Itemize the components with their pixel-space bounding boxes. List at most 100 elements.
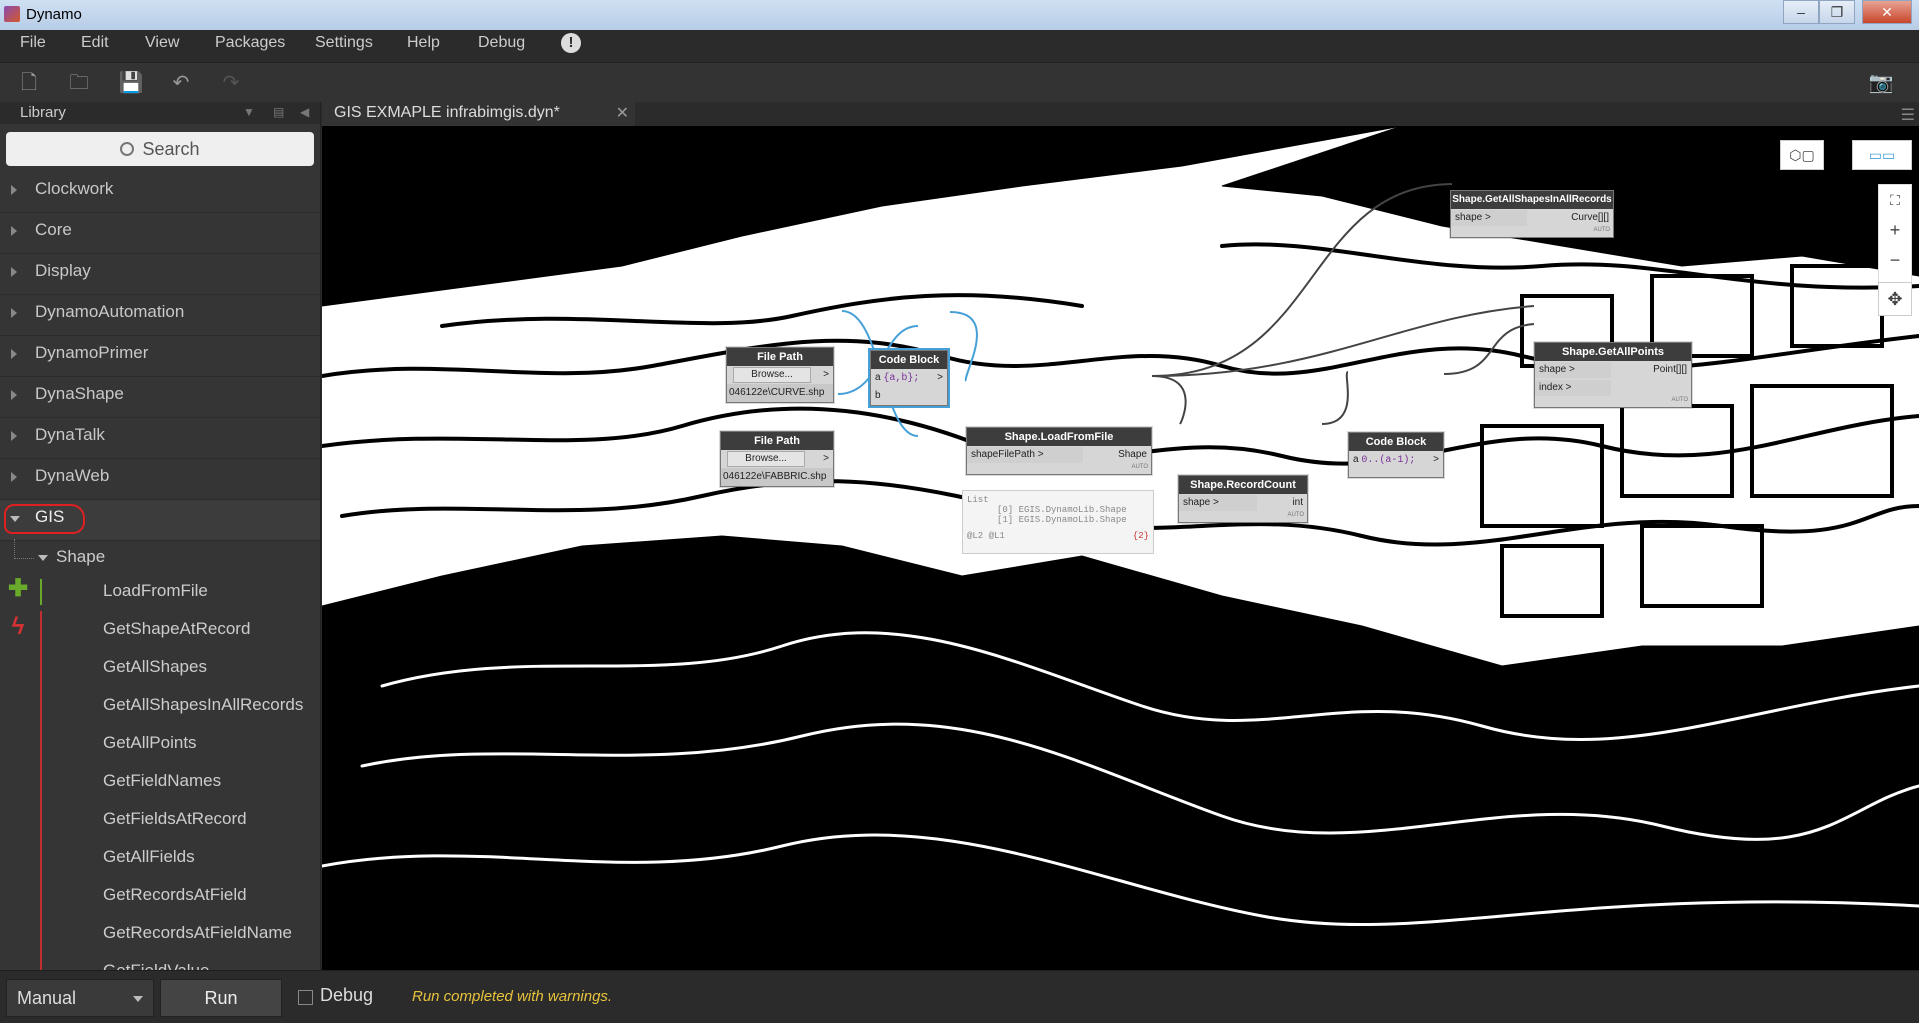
menu-edit[interactable]: Edit bbox=[81, 34, 109, 52]
node-shape-getallpoints[interactable]: Shape.GetAllPoints shape > Point[][] inde… bbox=[1534, 342, 1692, 408]
item-label: GetFieldValue bbox=[103, 961, 209, 970]
lacing-label: AUTO bbox=[1287, 512, 1304, 518]
library-item-getrecordsatfieldname[interactable]: GetRecordsAtFieldName bbox=[0, 915, 320, 953]
category-dynamoautomation[interactable]: DynamoAutomation bbox=[0, 295, 320, 336]
action-group: ϟ GetShapeAtRecord GetAllShapes GetAllSh… bbox=[0, 611, 320, 970]
item-label: GetShapeAtRecord bbox=[103, 619, 251, 638]
collapse-library-icon[interactable]: ◀ bbox=[300, 105, 309, 119]
node-row: shape > Point[][] bbox=[1535, 361, 1691, 379]
output-port[interactable]: > bbox=[1433, 451, 1439, 469]
output-port[interactable]: > bbox=[823, 366, 829, 384]
menu-file[interactable]: File bbox=[20, 34, 46, 52]
contour-line bbox=[440, 293, 1084, 328]
menu-packages[interactable]: Packages bbox=[215, 34, 285, 52]
category-gis[interactable]: GIS bbox=[0, 500, 320, 541]
zoom-out-icon[interactable]: − bbox=[1879, 245, 1911, 275]
node-file-path-curve[interactable]: File Path Browse... > 046122e\CURVE.shp bbox=[726, 347, 834, 403]
menu-debug[interactable]: Debug bbox=[478, 34, 525, 52]
save-file-icon[interactable]: 💾 bbox=[118, 71, 144, 95]
browse-button[interactable]: Browse... bbox=[727, 451, 805, 467]
dynamo-window: Dynamo – ❐ ✕ File Edit View Packages Set… bbox=[0, 0, 1919, 1023]
output-port-int[interactable]: int bbox=[1292, 494, 1303, 512]
run-button[interactable]: Run bbox=[160, 979, 282, 1017]
library-item-getfieldnames[interactable]: GetFieldNames bbox=[0, 763, 320, 801]
new-file-icon[interactable]: 🗋 bbox=[16, 71, 42, 95]
library-header: Library ▼ ▤ ◀ bbox=[0, 102, 320, 124]
library-item-getallshapes[interactable]: GetAllShapes bbox=[0, 649, 320, 687]
category-dynashape[interactable]: DynaShape bbox=[0, 377, 320, 418]
run-status-text: Run completed with warnings. bbox=[412, 988, 613, 1005]
code-text[interactable]: 0..(a-1); bbox=[1361, 455, 1415, 466]
library-panel: Library ▼ ▤ ◀ Search Clockwork Core Disp… bbox=[0, 102, 321, 970]
notification-warning-icon[interactable]: ! bbox=[561, 33, 581, 53]
library-item-getfieldsatrecord[interactable]: GetFieldsAtRecord bbox=[0, 801, 320, 839]
output-port-curves[interactable]: Curve[][] bbox=[1571, 209, 1609, 227]
undo-icon[interactable]: ↶ bbox=[168, 71, 194, 95]
library-item-loadfromfile[interactable]: LoadFromFile bbox=[0, 573, 320, 611]
library-item-getshapeatrecord[interactable]: GetShapeAtRecord bbox=[0, 611, 320, 649]
minimize-button[interactable]: – bbox=[1783, 0, 1819, 24]
maximize-button[interactable]: ❐ bbox=[1819, 0, 1855, 24]
code-text[interactable]: {a,b}; bbox=[883, 373, 919, 384]
input-port-shape[interactable]: shape > bbox=[1179, 495, 1257, 511]
screenshot-camera-icon[interactable]: 📷 bbox=[1868, 71, 1894, 95]
port-label: shape bbox=[1455, 212, 1483, 223]
library-item-getallpoints[interactable]: GetAllPoints bbox=[0, 725, 320, 763]
output-port-points[interactable]: Point[][] bbox=[1653, 361, 1687, 379]
zoom-in-icon[interactable]: + bbox=[1879, 215, 1911, 245]
menu-bar: File Edit View Packages Settings Help De… bbox=[0, 30, 1919, 62]
workspace-tab[interactable]: GIS EXMAPLE infrabimgis.dyn* ✕ bbox=[322, 102, 635, 126]
node-code-block-list[interactable]: Code Block a {a,b}; > b bbox=[868, 348, 950, 408]
output-port-shape[interactable]: Shape bbox=[1118, 446, 1147, 464]
input-port-b[interactable]: b bbox=[875, 390, 881, 401]
item-label: GetFieldNames bbox=[103, 771, 222, 790]
category-dynaweb[interactable]: DynaWeb bbox=[0, 459, 320, 500]
subcategory-shape[interactable]: Shape bbox=[0, 539, 320, 573]
browse-button[interactable]: Browse... bbox=[733, 367, 811, 383]
category-display[interactable]: Display bbox=[0, 254, 320, 295]
zoom-fit-icon[interactable]: ⛶ bbox=[1879, 185, 1911, 215]
input-port-shape[interactable]: shape > bbox=[1451, 210, 1527, 226]
input-port-a[interactable]: a bbox=[875, 372, 881, 383]
layout-icon[interactable]: ▤ bbox=[273, 105, 284, 119]
output-port[interactable]: > bbox=[937, 369, 943, 387]
input-port-shapefilepath[interactable]: shapeFilePath > bbox=[967, 447, 1083, 463]
graph-view-toggle-icon[interactable]: ▭▭ bbox=[1852, 140, 1912, 170]
node-shape-recordcount[interactable]: Shape.RecordCount shape > int AUTO bbox=[1178, 475, 1308, 523]
lacing-label: AUTO bbox=[1593, 227, 1610, 233]
run-mode-dropdown[interactable]: Manual bbox=[6, 979, 154, 1017]
node-row: a 0..(a-1); > bbox=[1349, 451, 1443, 469]
node-code-block-range[interactable]: Code Block a 0..(a-1); > bbox=[1348, 432, 1444, 478]
tab-menu-icon[interactable]: ☰ bbox=[1901, 105, 1915, 125]
category-core[interactable]: Core bbox=[0, 213, 320, 254]
redo-icon[interactable]: ↷ bbox=[218, 71, 244, 95]
filter-icon[interactable]: ▼ bbox=[243, 105, 255, 119]
menu-view[interactable]: View bbox=[145, 34, 179, 52]
debug-checkbox[interactable] bbox=[298, 990, 313, 1005]
open-file-icon[interactable]: 🗀 bbox=[66, 71, 92, 95]
close-tab-icon[interactable]: ✕ bbox=[616, 103, 629, 123]
pan-icon[interactable]: ✥ bbox=[1878, 282, 1912, 316]
toolbar: 🗋 🗀 💾 ↶ ↷ 📷 bbox=[0, 62, 1919, 102]
library-search-input[interactable]: Search bbox=[6, 132, 314, 166]
node-shape-getallshapesinallrecords[interactable]: Shape.GetAllShapesInAllRecords shape > Cu… bbox=[1450, 190, 1614, 238]
menu-help[interactable]: Help bbox=[407, 34, 440, 52]
output-port[interactable]: > bbox=[823, 450, 829, 468]
input-port-shape[interactable]: shape > bbox=[1535, 362, 1611, 378]
library-item-getrecordsatfield[interactable]: GetRecordsAtField bbox=[0, 877, 320, 915]
workspace-canvas[interactable]: File Path Browse... > 046122e\CURVE.shp F… bbox=[322, 126, 1919, 970]
library-item-getallfields[interactable]: GetAllFields bbox=[0, 839, 320, 877]
input-port-index[interactable]: index > bbox=[1535, 380, 1611, 396]
library-item-getfieldvalue[interactable]: GetFieldValue bbox=[0, 953, 320, 970]
category-dynamoprimer[interactable]: DynamoPrimer bbox=[0, 336, 320, 377]
geometry-view-toggle-icon[interactable]: ⬡▢ bbox=[1780, 140, 1824, 170]
node-title: File Path bbox=[727, 348, 833, 366]
menu-settings[interactable]: Settings bbox=[315, 34, 373, 52]
category-clockwork[interactable]: Clockwork bbox=[0, 172, 320, 213]
node-file-path-fabbric[interactable]: File Path Browse... > 046122e\FABBRIC.shp bbox=[720, 431, 834, 487]
node-shape-loadfromfile[interactable]: Shape.LoadFromFile shapeFilePath > Shape … bbox=[966, 427, 1152, 475]
library-item-getallshapesinallrecords[interactable]: GetAllShapesInAllRecords bbox=[0, 687, 320, 725]
close-button[interactable]: ✕ bbox=[1862, 0, 1912, 24]
input-port-a[interactable]: a bbox=[1353, 454, 1359, 465]
category-dynatalk[interactable]: DynaTalk bbox=[0, 418, 320, 459]
